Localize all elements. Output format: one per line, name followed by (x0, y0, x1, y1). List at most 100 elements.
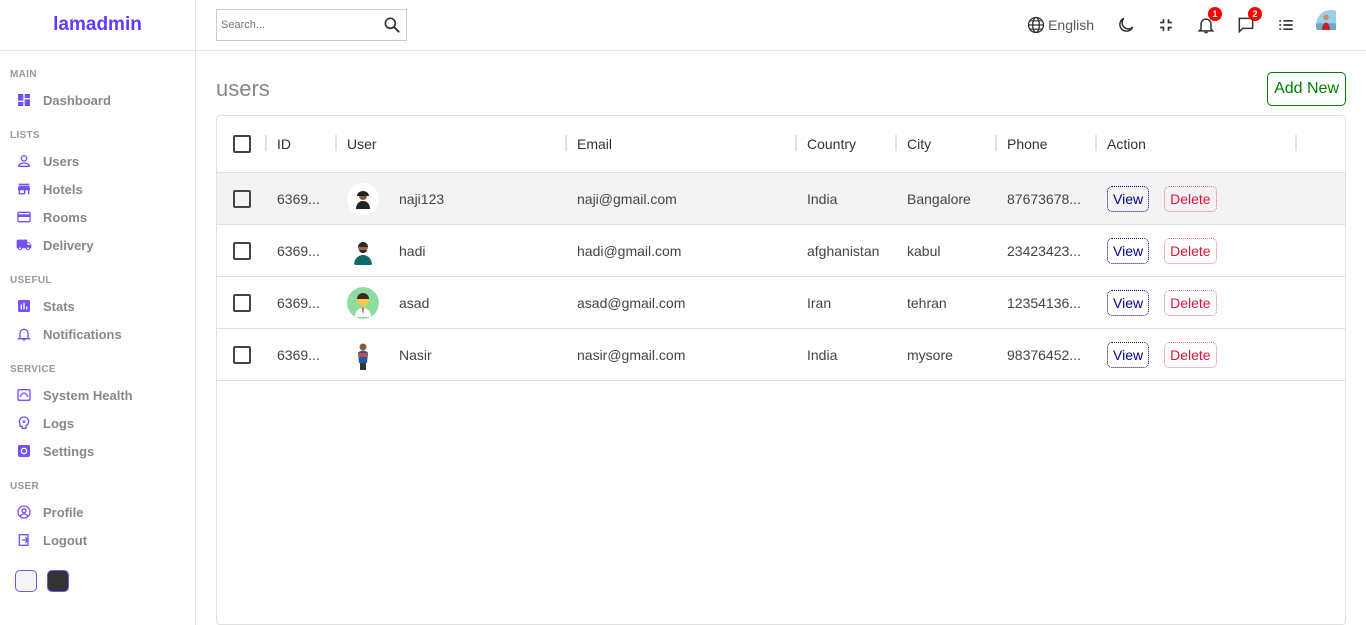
section-title-main: MAIN (10, 69, 37, 80)
delete-button[interactable]: Delete (1164, 289, 1217, 316)
search-input[interactable] (221, 19, 382, 31)
column-header-phone[interactable]: Phone (1007, 136, 1047, 152)
sidebar-item-users[interactable]: Users (10, 147, 195, 175)
sidebar-item-label: Settings (43, 443, 95, 459)
sidebar-item-hotels[interactable]: Hotels (10, 175, 195, 203)
dashboard-icon (16, 92, 32, 108)
section-title-lists: LISTS (10, 130, 40, 141)
fullscreen-exit-icon (1160, 19, 1172, 31)
sidebar-menu: MAIN Dashboard LISTS Users Hotels Rooms … (0, 51, 195, 554)
dark-mode-toggle[interactable] (1116, 15, 1136, 35)
column-header-user[interactable]: User (347, 136, 377, 152)
delete-button[interactable]: Delete (1164, 185, 1217, 212)
notifications-counter: 1 (1208, 7, 1222, 21)
psychology-icon (16, 415, 32, 431)
search-icon[interactable] (382, 15, 402, 35)
table-row[interactable]: 6369... Nasir nasir@gmail.com India myso… (217, 329, 1345, 381)
list-menu-button[interactable] (1276, 15, 1296, 35)
delete-button[interactable]: Delete (1164, 237, 1217, 264)
cell-email: hadi@gmail.com (577, 242, 682, 259)
globe-icon (1027, 16, 1045, 34)
logo[interactable]: lamadmin (53, 14, 142, 36)
sidebar-item-dashboard[interactable]: Dashboard (10, 86, 195, 114)
section-title-user: USER (10, 481, 39, 492)
cell-city: tehran (907, 294, 947, 311)
add-new-button[interactable]: Add New (1267, 72, 1346, 106)
cell-user: hadi (399, 242, 426, 259)
sidebar-item-profile[interactable]: Profile (10, 498, 195, 526)
view-button[interactable]: View (1107, 289, 1150, 316)
bell-icon (16, 326, 32, 342)
sidebar-item-label: Profile (43, 504, 84, 520)
store-icon (16, 181, 32, 197)
cell-email: asad@gmail.com (577, 294, 686, 311)
sidebar-item-label: Hotels (43, 181, 83, 197)
cell-email: nasir@gmail.com (577, 346, 686, 363)
column-header-id[interactable]: ID (277, 136, 291, 152)
user-avatar-image (347, 286, 379, 319)
row-checkbox[interactable] (233, 189, 251, 208)
column-header-action[interactable]: Action (1107, 136, 1146, 152)
notifications-button[interactable]: 1 (1196, 7, 1222, 35)
sidebar-item-logout[interactable]: Logout (10, 526, 195, 554)
row-checkbox[interactable] (233, 241, 251, 260)
truck-icon (16, 237, 32, 253)
account-circle-icon (16, 504, 32, 520)
users-table: ID User Email Country City Phone Action … (216, 115, 1346, 625)
avatar-image (1316, 10, 1336, 30)
users-page: users Add New ID User Email Country City… (196, 51, 1366, 625)
cell-phone: 12354136... (1007, 294, 1081, 311)
main-area: English 1 2 (196, 0, 1366, 625)
sidebar-item-stats[interactable]: Stats (10, 292, 195, 320)
table-row[interactable]: 6369... asad asad@gmail.com Iran tehran … (217, 277, 1345, 329)
table-header: ID User Email Country City Phone Action (217, 116, 1345, 173)
row-checkbox[interactable] (233, 293, 251, 312)
navbar: English 1 2 (196, 0, 1366, 51)
dark-theme-button[interactable] (47, 570, 69, 592)
section-title-service: SERVICE (10, 364, 56, 375)
cell-country: afghanistan (807, 242, 880, 259)
cell-city: kabul (907, 242, 941, 259)
logo-area: lamadmin (0, 0, 195, 51)
column-header-email[interactable]: Email (577, 136, 612, 152)
person-icon (16, 153, 32, 169)
list-icon (1279, 20, 1293, 30)
sidebar-item-notifications[interactable]: Notifications (10, 320, 195, 348)
cell-phone: 98376452... (1007, 346, 1081, 363)
view-button[interactable]: View (1107, 185, 1150, 212)
sidebar-item-label: Users (43, 153, 80, 169)
cell-email: naji@gmail.com (577, 190, 677, 207)
fullscreen-exit-button[interactable] (1156, 15, 1176, 35)
messages-button[interactable]: 2 (1236, 7, 1262, 35)
settings-icon (16, 443, 32, 459)
sidebar-item-delivery[interactable]: Delivery (10, 231, 195, 259)
delete-button[interactable]: Delete (1164, 341, 1217, 368)
cell-country: India (807, 190, 838, 207)
sidebar-item-label: Dashboard (43, 92, 111, 108)
cell-city: mysore (907, 346, 953, 363)
language-label: English (1048, 17, 1094, 33)
language-selector[interactable]: English (1026, 15, 1094, 35)
light-theme-button[interactable] (15, 570, 37, 592)
cell-country: Iran (807, 294, 832, 311)
moon-icon (1119, 17, 1134, 32)
column-header-country[interactable]: Country (807, 136, 856, 152)
row-checkbox[interactable] (233, 345, 251, 364)
table-row[interactable]: 6369... hadi hadi@gmail.com afghanistan … (217, 225, 1345, 277)
sidebar-item-logs[interactable]: Logs (10, 409, 195, 437)
bar-chart-icon (16, 298, 32, 314)
page-header: users Add New (216, 71, 1346, 107)
table-row[interactable]: 6369... naji123 naji@gmail.com India Ban… (217, 173, 1345, 225)
view-button[interactable]: View (1107, 237, 1150, 264)
user-avatar-image (347, 182, 379, 215)
sidebar-item-system-health[interactable]: System Health (10, 381, 195, 409)
cell-city: Bangalore (907, 190, 971, 207)
select-all-checkbox[interactable] (233, 135, 251, 153)
view-button[interactable]: View (1107, 341, 1150, 368)
sidebar-item-rooms[interactable]: Rooms (10, 203, 195, 231)
cell-user: Nasir (399, 346, 432, 363)
column-header-city[interactable]: City (907, 136, 931, 152)
sidebar-item-settings[interactable]: Settings (10, 437, 195, 465)
cell-phone: 87673678... (1007, 190, 1081, 207)
user-avatar[interactable] (1316, 10, 1346, 40)
